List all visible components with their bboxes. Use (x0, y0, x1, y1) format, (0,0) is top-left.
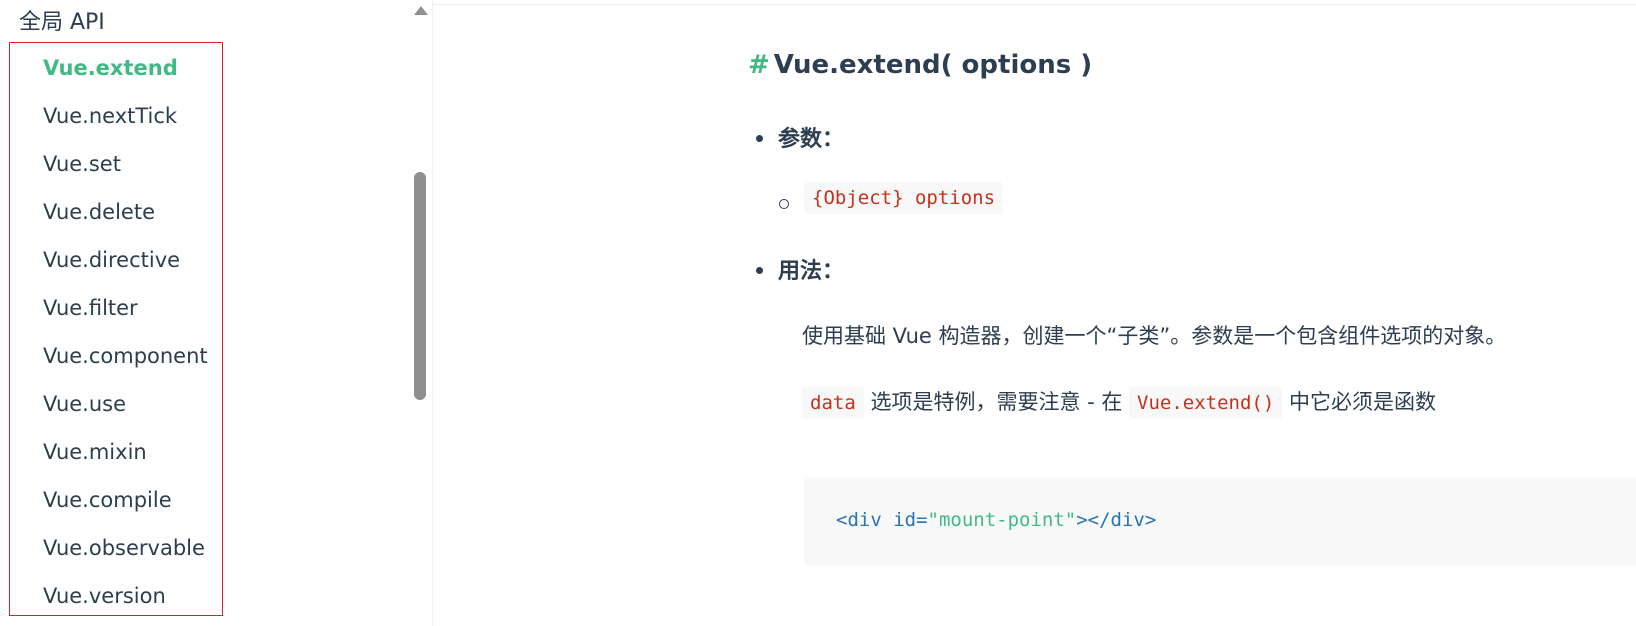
usage-description: 使用基础 Vue 构造器，创建一个“子类”。参数是一个包含组件选项的对象。 (802, 324, 1507, 348)
scroll-up-arrow-icon[interactable] (414, 6, 428, 15)
page-heading: # Vue.extend( options ) (748, 50, 1092, 80)
code-attr-string: "mount-point" (927, 509, 1077, 531)
sidebar-item-vue-mixin[interactable]: Vue.mixin (43, 434, 208, 482)
top-divider (420, 4, 1636, 5)
sidebar-item-vue-extend[interactable]: Vue.extend (43, 50, 208, 98)
sidebar-item-vue-observable[interactable]: Vue.observable (43, 530, 208, 578)
usage-label: 用法： (755, 253, 844, 285)
sidebar-item-vue-component[interactable]: Vue.component (43, 338, 208, 386)
sidebar-item-vue-directive[interactable]: Vue.directive (43, 242, 208, 290)
heading-text: Vue.extend( options ) (773, 50, 1093, 80)
code-vue-extend: Vue.extend() (1129, 387, 1283, 419)
code-block: <div id="mount-point"></div> (804, 477, 1636, 565)
sidebar-item-vue-version[interactable]: Vue.version (43, 578, 208, 626)
sidebar-item-vue-nexttick[interactable]: Vue.nextTick (43, 98, 208, 146)
data-option-note: data 选项是特例，需要注意 - 在 Vue.extend() 中它必须是函数 (802, 386, 1437, 419)
note-text-1: 选项是特例，需要注意 - 在 (863, 390, 1130, 414)
code-tag-close: ></div> (1076, 509, 1157, 531)
sidebar-group-title: 全局 API (19, 10, 105, 35)
sidebar-item-vue-compile[interactable]: Vue.compile (43, 482, 208, 530)
params-label: 参数： (755, 121, 844, 153)
sidebar: 全局 API Vue.extend Vue.nextTick Vue.set V… (0, 0, 433, 626)
sidebar-item-vue-use[interactable]: Vue.use (43, 386, 208, 434)
heading-anchor-link[interactable]: # (748, 50, 770, 80)
sidebar-item-vue-filter[interactable]: Vue.filter (43, 290, 208, 338)
param-code: {Object} options (804, 182, 1004, 214)
sidebar-item-vue-delete[interactable]: Vue.delete (43, 194, 208, 242)
code-data: data (802, 387, 864, 419)
scrollbar-thumb[interactable] (414, 172, 426, 400)
param-item: {Object} options (778, 182, 1004, 214)
code-tag-open: <div id= (836, 509, 928, 531)
sidebar-nav-list: Vue.extend Vue.nextTick Vue.set Vue.dele… (43, 50, 208, 626)
sidebar-scrollbar[interactable] (412, 0, 428, 626)
sidebar-item-vue-set[interactable]: Vue.set (43, 146, 208, 194)
note-text-2: 中它必须是函数 (1282, 390, 1437, 414)
code-line: <div id="mount-point"></div> (836, 509, 1156, 531)
